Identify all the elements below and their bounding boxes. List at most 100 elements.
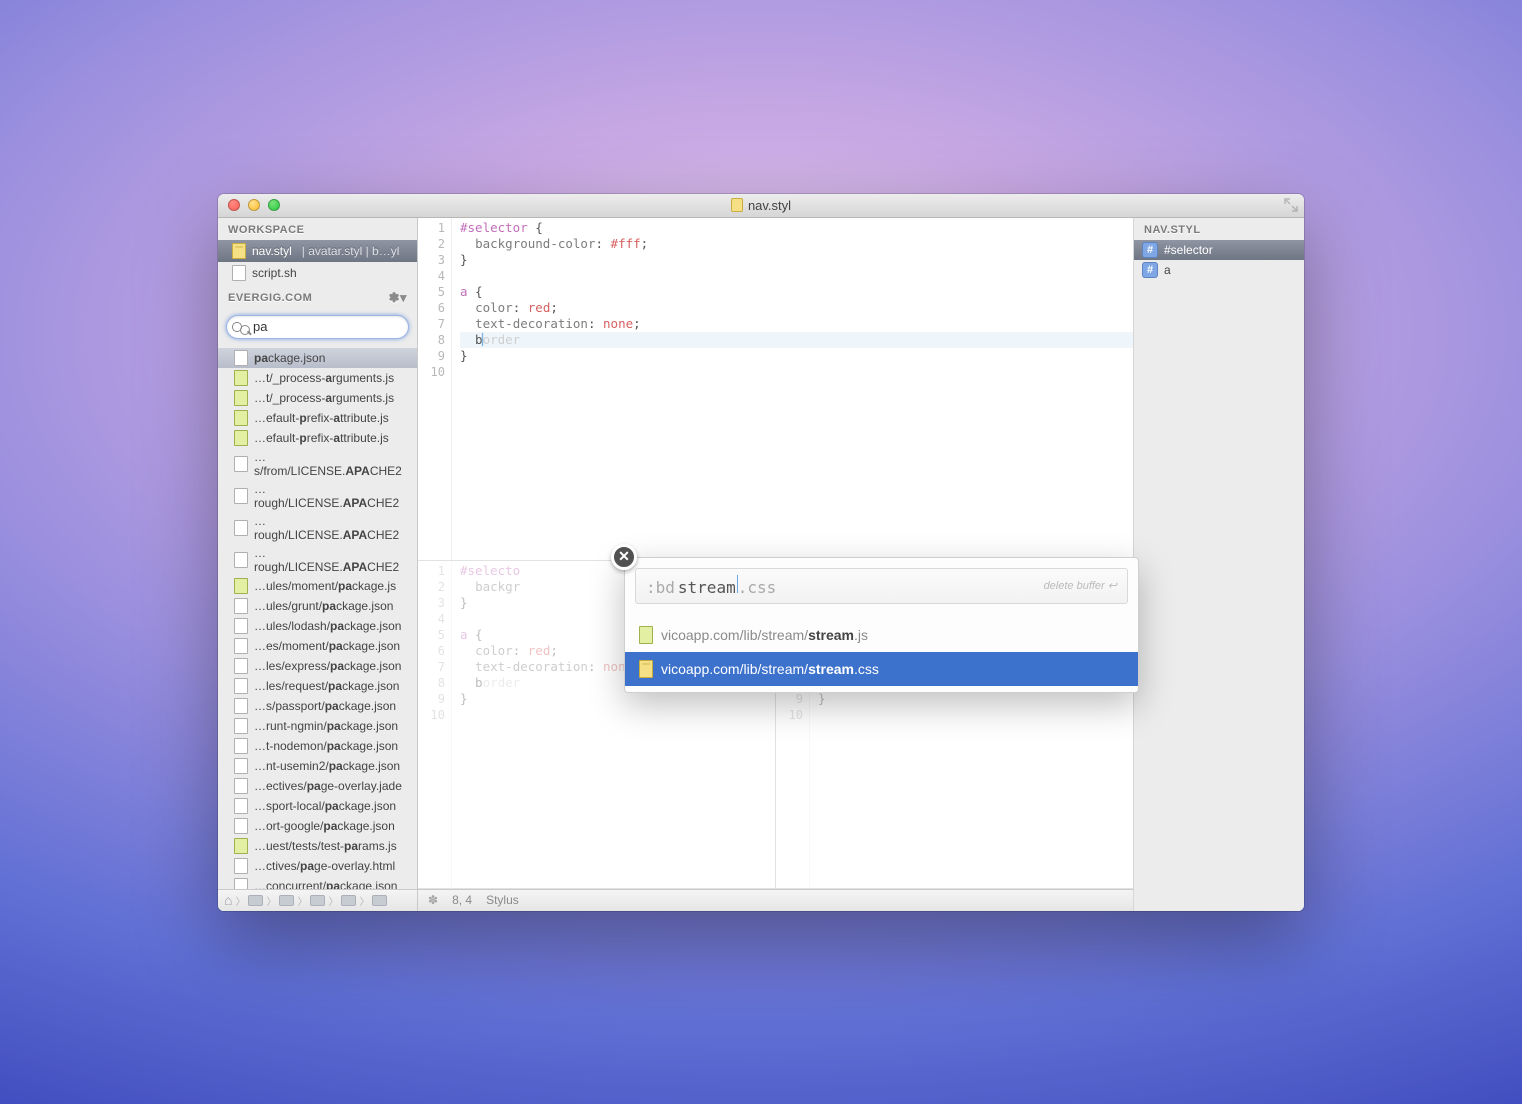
hash-icon: # xyxy=(1142,242,1158,258)
language-label: Stylus xyxy=(486,893,519,907)
chevron-right-icon: 〉 xyxy=(359,893,369,908)
minimize-window-button[interactable] xyxy=(248,199,260,211)
file-result-row[interactable]: …sport-local/package.json xyxy=(218,796,417,816)
file-icon xyxy=(234,350,248,366)
hash-icon: # xyxy=(1142,262,1158,278)
file-icon xyxy=(234,410,248,426)
traffic-lights xyxy=(228,199,280,211)
line-gutter: 12345678910 xyxy=(418,218,452,561)
file-result-row[interactable]: …runt-ngmin/package.json xyxy=(218,716,417,736)
file-icon xyxy=(639,660,653,678)
file-icon xyxy=(234,578,248,594)
file-result-row[interactable]: …ules/moment/package.js xyxy=(218,576,417,596)
file-icon xyxy=(234,552,248,568)
file-icon xyxy=(639,626,653,644)
file-icon xyxy=(234,598,248,614)
file-result-row[interactable]: …ules/lodash/package.json xyxy=(218,616,417,636)
home-icon[interactable]: ⌂ xyxy=(224,892,232,908)
file-icon xyxy=(232,243,246,259)
file-icon xyxy=(234,738,248,754)
symbol-item[interactable]: ##selector xyxy=(1134,240,1304,260)
file-result-row[interactable]: …rough/LICENSE.APACHE2 xyxy=(218,480,417,512)
file-result-row[interactable]: …uest/tests/test-params.js xyxy=(218,836,417,856)
file-result-row[interactable]: …rough/LICENSE.APACHE2 xyxy=(218,512,417,544)
file-icon xyxy=(234,878,248,889)
gear-icon[interactable]: ✽▾ xyxy=(389,290,407,306)
cursor-position: 8, 4 xyxy=(452,893,472,907)
file-result-row[interactable]: …efault-prefix-attribute.js xyxy=(218,408,417,428)
palette-result[interactable]: vicoapp.com/lib/stream/stream.css xyxy=(625,652,1138,686)
file-result-row[interactable]: …s/from/LICENSE.APACHE2 xyxy=(218,448,417,480)
file-icon xyxy=(234,658,248,674)
file-icon xyxy=(234,390,248,406)
file-result-row[interactable]: …ules/grunt/package.json xyxy=(218,596,417,616)
symbol-panel: NAV.STYL ##selector#a xyxy=(1134,218,1304,911)
title-bar: nav.styl xyxy=(218,194,1304,218)
file-results-list: package.json…t/_process-arguments.js…t/_… xyxy=(218,347,417,889)
app-window: nav.styl WORKSPACE nav.styl | avatar.sty… xyxy=(218,194,1304,911)
palette-result[interactable]: vicoapp.com/lib/stream/stream.js xyxy=(625,618,1138,652)
fullscreen-icon[interactable] xyxy=(1284,198,1298,212)
file-icon xyxy=(234,488,248,504)
file-icon xyxy=(234,818,248,834)
file-icon xyxy=(234,370,248,386)
symbol-item[interactable]: #a xyxy=(1134,260,1304,280)
palette-results: vicoapp.com/lib/stream/stream.jsvicoapp.… xyxy=(625,614,1138,692)
folder-icon[interactable] xyxy=(372,895,387,906)
file-icon xyxy=(234,758,248,774)
folder-icon[interactable] xyxy=(248,895,263,906)
file-result-row[interactable]: …t/_process-arguments.js xyxy=(218,388,417,408)
window-title: nav.styl xyxy=(218,198,1304,213)
file-search-input[interactable] xyxy=(226,315,409,339)
file-result-row[interactable]: package.json xyxy=(218,348,417,368)
zoom-window-button[interactable] xyxy=(268,199,280,211)
file-result-row[interactable]: …rough/LICENSE.APACHE2 xyxy=(218,544,417,576)
close-window-button[interactable] xyxy=(228,199,240,211)
open-document-row[interactable]: script.sh xyxy=(218,262,417,284)
file-result-row[interactable]: …es/moment/package.json xyxy=(218,636,417,656)
symbol-panel-header: NAV.STYL xyxy=(1134,218,1304,240)
file-icon xyxy=(234,838,248,854)
open-documents-list: nav.styl | avatar.styl | b…ylscript.sh xyxy=(218,240,417,284)
chevron-right-icon: 〉 xyxy=(235,893,245,908)
breadcrumb: ⌂ 〉 〉 〉 〉 〉 xyxy=(218,889,417,911)
file-result-row[interactable]: …ectives/page-overlay.jade xyxy=(218,776,417,796)
file-result-row[interactable]: …ctives/page-overlay.html xyxy=(218,856,417,876)
folder-icon[interactable] xyxy=(341,895,356,906)
palette-input[interactable]: :bd stream.css xyxy=(646,575,1044,597)
file-icon xyxy=(234,638,248,654)
gear-icon[interactable]: ✽ xyxy=(428,893,438,907)
file-icon xyxy=(234,430,248,446)
file-icon xyxy=(731,198,743,212)
file-result-row[interactable]: …les/request/package.json xyxy=(218,676,417,696)
open-document-row[interactable]: nav.styl | avatar.styl | b…yl xyxy=(218,240,417,262)
folder-icon[interactable] xyxy=(310,895,325,906)
file-result-row[interactable]: …efault-prefix-attribute.js xyxy=(218,428,417,448)
status-bar: ✽ 8, 4 Stylus xyxy=(418,889,1133,911)
file-result-row[interactable]: …concurrent/package.json xyxy=(218,876,417,889)
chevron-right-icon: 〉 xyxy=(328,893,338,908)
code-editor[interactable]: #selector { background-color: #fff;}a { … xyxy=(452,218,1133,561)
workspace-header: WORKSPACE xyxy=(218,218,417,240)
file-icon xyxy=(234,798,248,814)
folder-icon[interactable] xyxy=(279,895,294,906)
file-result-row[interactable]: …t/_process-arguments.js xyxy=(218,368,417,388)
file-icon xyxy=(234,678,248,694)
file-result-row[interactable]: …s/passport/package.json xyxy=(218,696,417,716)
file-icon xyxy=(234,858,248,874)
line-gutter: 12345678910 xyxy=(418,561,452,887)
file-result-row[interactable]: …t-nodemon/package.json xyxy=(218,736,417,756)
palette-input-row: :bd stream.css delete buffer ↩ xyxy=(635,568,1128,604)
chevron-right-icon: 〉 xyxy=(297,893,307,908)
file-result-row[interactable]: …ort-google/package.json xyxy=(218,816,417,836)
file-icon xyxy=(234,778,248,794)
close-icon[interactable]: ✕ xyxy=(611,544,637,570)
file-icon xyxy=(234,456,248,472)
file-result-row[interactable]: …les/express/package.json xyxy=(218,656,417,676)
file-icon xyxy=(234,718,248,734)
command-palette: ✕ :bd stream.css delete buffer ↩ vicoapp… xyxy=(624,557,1139,693)
file-icon xyxy=(234,698,248,714)
file-result-row[interactable]: …nt-usemin2/package.json xyxy=(218,756,417,776)
sidebar: WORKSPACE nav.styl | avatar.styl | b…yls… xyxy=(218,218,418,911)
project-header: EVERGIG.COM ✽▾ xyxy=(218,284,417,310)
